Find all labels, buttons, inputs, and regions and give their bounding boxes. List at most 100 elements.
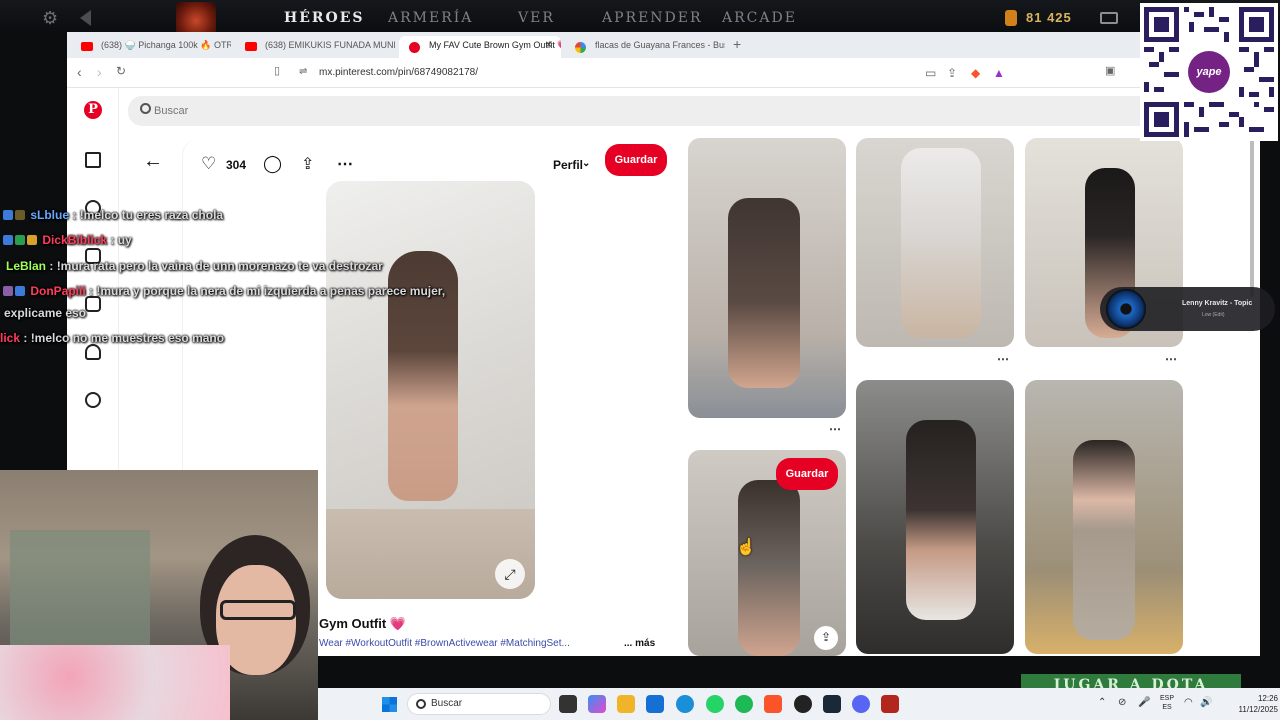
heart-icon[interactable]: ♡	[201, 154, 216, 174]
likes-count: 304	[226, 158, 247, 172]
task-view-icon[interactable]	[559, 695, 577, 713]
tab-google[interactable]: flacas de Guayana Frances - Buscar c	[565, 36, 725, 58]
store-icon[interactable]	[646, 695, 664, 713]
save-button[interactable]: Guardar	[605, 144, 667, 176]
share-icon[interactable]: ⇪	[301, 154, 314, 174]
chevron-up-icon[interactable]: ⌃	[1098, 697, 1106, 708]
thumbnail-figure	[901, 148, 981, 338]
new-tab-icon[interactable]: +	[733, 36, 741, 52]
taskbar-search[interactable]: Buscar	[407, 693, 551, 715]
thumbnail-figure	[728, 198, 800, 388]
nav-arcade[interactable]: ARCADE	[722, 10, 797, 26]
yape-qr-code: yape	[1140, 3, 1278, 141]
wifi-icon[interactable]: ◠	[1184, 697, 1193, 708]
close-icon[interactable]: ✕	[545, 40, 553, 51]
sidebar-toggle-icon[interactable]: ▣	[1105, 64, 1115, 77]
steam-icon[interactable]	[823, 695, 841, 713]
profile-dropdown[interactable]: Perfil	[553, 158, 583, 172]
obs-icon[interactable]	[794, 695, 812, 713]
pin-main-image[interactable]: ⤢	[326, 181, 535, 599]
site-info-icon[interactable]: ⇌	[299, 66, 307, 77]
boards-icon[interactable]	[85, 248, 101, 264]
back-icon[interactable]: ‹	[77, 64, 82, 80]
nav-armory[interactable]: ARMERÍA	[388, 10, 473, 26]
mail-icon[interactable]	[1100, 12, 1118, 24]
pin-thumbnail[interactable]: Guardar ⇪	[688, 450, 846, 656]
pinterest-logo-icon[interactable]: P	[84, 101, 102, 119]
pin-thumbnail[interactable]	[856, 380, 1014, 654]
now-playing-popup[interactable]: Lenny Kravitz - Topic Low (Edit)	[1100, 287, 1275, 331]
dota-icon[interactable]	[881, 695, 899, 713]
create-icon[interactable]	[85, 296, 101, 312]
shards-count: 81 425	[1026, 10, 1072, 25]
tab-emikukis[interactable]: (638) EMIKUKIS FUNADA MUNDIAL	[235, 36, 395, 58]
dota-top-bar: ⚙ HÉROES ARMERÍA VER APRENDER ARCADE 81 …	[0, 0, 1280, 36]
play-dota-button[interactable]: JUGAR A DOTA	[1021, 674, 1241, 688]
more-link[interactable]: ... más	[624, 638, 655, 649]
taskbar-clock[interactable]: 12:26 11/12/2025	[1230, 693, 1278, 715]
volume-icon[interactable]: 🔊	[1200, 697, 1212, 708]
more-options-icon[interactable]: ⋯	[997, 352, 1009, 366]
bookmark-icon[interactable]: ▯	[274, 64, 280, 77]
search-icon	[140, 103, 151, 114]
nav-learn[interactable]: APRENDER	[602, 10, 703, 26]
pin-title: Gym Outfit 💗	[319, 616, 406, 631]
reload-icon[interactable]: ↻	[116, 64, 126, 78]
brave-shield-icon[interactable]: ◆	[971, 66, 980, 80]
more-options-icon[interactable]: ⋯	[1165, 352, 1177, 366]
thumbnail-figure	[906, 420, 976, 620]
share-icon[interactable]: ⇪	[947, 66, 957, 80]
pin-thumbnail[interactable]	[1025, 380, 1183, 654]
taskbar-search-label: Buscar	[431, 698, 463, 709]
discord-icon[interactable]	[852, 695, 870, 713]
expand-icon[interactable]: ⤢	[495, 559, 525, 589]
pin-thumbnail[interactable]	[856, 138, 1014, 347]
copilot-icon[interactable]	[588, 695, 606, 713]
chevron-down-icon[interactable]: ⌄	[582, 158, 590, 169]
rewards-triangle-icon[interactable]: ▲	[993, 66, 1005, 80]
album-art-icon	[1106, 289, 1146, 329]
comment-icon[interactable]: ◯	[263, 154, 282, 174]
edge-icon[interactable]	[676, 695, 694, 713]
nav-heroes[interactable]: HÉROES	[284, 10, 365, 26]
hand-cursor-icon: ☝	[736, 539, 756, 556]
back-arrow-icon[interactable]: ←	[143, 150, 163, 173]
messages-icon[interactable]	[85, 392, 101, 408]
pinterest-icon	[409, 42, 420, 53]
webcam-shelf	[10, 530, 150, 650]
tab-pinterest[interactable]: My FAV Cute Brown Gym Outfit 💗 ✕	[399, 36, 561, 58]
home-icon[interactable]	[85, 152, 101, 168]
spotify-icon[interactable]	[735, 695, 753, 713]
brave-icon[interactable]	[764, 695, 782, 713]
language-bottom: ES	[1162, 704, 1172, 711]
pin-hashtags[interactable]: Wear #WorkoutOutfit #BrownActivewear #Ma…	[319, 638, 619, 649]
network-off-icon[interactable]: ⊘	[1118, 697, 1126, 708]
more-options-icon[interactable]: ⋯	[829, 422, 841, 436]
share-icon[interactable]: ⇪	[814, 626, 838, 650]
dota-logo-icon[interactable]	[176, 2, 216, 36]
forward-icon[interactable]: ›	[97, 64, 102, 80]
url-text: mx.pinterest.com/pin/68749082178/	[319, 67, 478, 78]
grid-save-button[interactable]: Guardar	[776, 458, 838, 490]
pin-thumbnail[interactable]	[688, 138, 846, 418]
nav-watch[interactable]: VER	[518, 10, 555, 26]
explore-icon[interactable]	[85, 200, 101, 216]
settings-gear-icon[interactable]: ⚙	[42, 9, 60, 27]
badge-icon	[3, 235, 13, 245]
language-indicator[interactable]: ESP ES	[1160, 694, 1174, 712]
microphone-icon[interactable]: 🎤	[1138, 697, 1150, 708]
address-bar[interactable]: ⇌ mx.pinterest.com/pin/68749082178/ ▭ ⇪ …	[295, 61, 1015, 85]
clock-date: 11/12/2025	[1238, 705, 1278, 714]
tab-pichanga[interactable]: (638) 🍚 Pichanga 100k 🔥 OTRA CH	[71, 36, 231, 58]
file-explorer-icon[interactable]	[617, 695, 635, 713]
badge-icon	[3, 210, 13, 220]
notifications-icon[interactable]	[85, 344, 101, 360]
more-options-icon[interactable]: ⋯	[337, 154, 353, 174]
pinterest-search[interactable]	[128, 96, 1260, 126]
cast-icon[interactable]: ▭	[925, 66, 936, 80]
search-input[interactable]	[154, 102, 554, 120]
scrollbar[interactable]	[1250, 132, 1254, 297]
whatsapp-icon[interactable]	[706, 695, 724, 713]
back-arrow-icon[interactable]	[80, 10, 91, 26]
windows-start-icon[interactable]	[382, 697, 397, 712]
